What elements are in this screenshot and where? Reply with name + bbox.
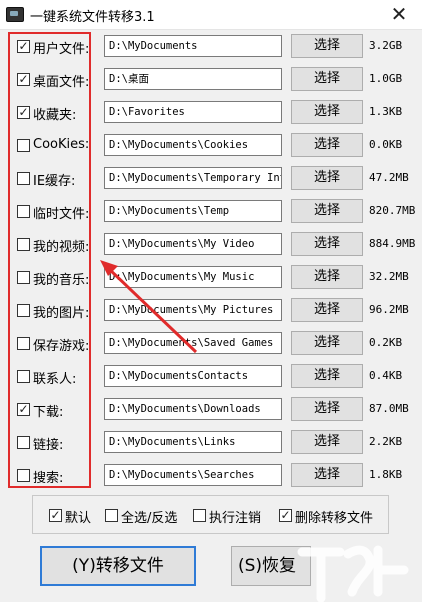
- folder-path-field[interactable]: D:\MyDocuments\Downloads: [104, 398, 282, 420]
- options-group: ✓ 默认 全选/反选 执行注销 ✓ 删除转移文件: [32, 495, 389, 534]
- folder-path-field[interactable]: D:\Favorites: [104, 101, 282, 123]
- folder-path-field[interactable]: D:\MyDocuments\My Music: [104, 266, 282, 288]
- watermark-logo: [297, 545, 409, 602]
- checkmark-icon[interactable]: [105, 509, 118, 522]
- folder-path-field[interactable]: D:\桌面: [104, 68, 282, 90]
- choose-button[interactable]: 选择: [291, 397, 363, 421]
- folder-path-field[interactable]: D:\MyDocuments\Searches: [104, 464, 282, 486]
- folder-size: 96.2MB: [369, 303, 409, 316]
- folder-path-field[interactable]: D:\MyDocumentsContacts: [104, 365, 282, 387]
- choose-button[interactable]: 选择: [291, 199, 363, 223]
- transfer-files-button[interactable]: (Y)转移文件: [40, 546, 196, 586]
- checkmark-icon[interactable]: ✓: [49, 509, 62, 522]
- folder-path-field[interactable]: D:\MyDocuments\My Video: [104, 233, 282, 255]
- folder-size: 3.2GB: [369, 39, 403, 52]
- choose-button[interactable]: 选择: [291, 265, 363, 289]
- folder-path-field[interactable]: D:\MyDocuments\Cookies: [104, 134, 282, 156]
- folder-size: 1.8KB: [369, 468, 403, 481]
- folder-size: 0.2KB: [369, 336, 403, 349]
- choose-button[interactable]: 选择: [291, 331, 363, 355]
- checkmark-icon[interactable]: [193, 509, 206, 522]
- folder-size: 0.4KB: [369, 369, 403, 382]
- folder-size: 87.0MB: [369, 402, 409, 415]
- folder-path-field[interactable]: D:\MyDocuments: [104, 35, 282, 57]
- choose-button[interactable]: 选择: [291, 298, 363, 322]
- folder-size: 47.2MB: [369, 171, 409, 184]
- choose-button[interactable]: 选择: [291, 463, 363, 487]
- folder-size: 1.3KB: [369, 105, 403, 118]
- annotation-highlight-frame: [8, 32, 91, 488]
- choose-button[interactable]: 选择: [291, 100, 363, 124]
- folder-size: 0.0KB: [369, 138, 403, 151]
- folder-size: 2.2KB: [369, 435, 403, 448]
- option-label: 默认: [65, 511, 92, 526]
- choose-button[interactable]: 选择: [291, 232, 363, 256]
- close-icon[interactable]: ✕: [376, 0, 422, 29]
- folder-path-field[interactable]: D:\MyDocuments\Temporary Inte: [104, 167, 282, 189]
- window-title: 一键系统文件转移3.1: [30, 10, 155, 25]
- folder-size: 32.2MB: [369, 270, 409, 283]
- folder-path-field[interactable]: D:\MyDocuments\Temp: [104, 200, 282, 222]
- choose-button[interactable]: 选择: [291, 133, 363, 157]
- option-label: 执行注销: [209, 511, 262, 526]
- app-icon: [6, 7, 24, 22]
- option-label: 删除转移文件: [295, 511, 374, 526]
- folder-size: 1.0GB: [369, 72, 403, 85]
- folder-path-field[interactable]: D:\MyDocuments\My Pictures: [104, 299, 282, 321]
- checkmark-icon[interactable]: ✓: [279, 509, 292, 522]
- choose-button[interactable]: 选择: [291, 67, 363, 91]
- folder-path-field[interactable]: D:\MyDocuments\Links: [104, 431, 282, 453]
- option-label: 全选/反选: [121, 511, 178, 526]
- choose-button[interactable]: 选择: [291, 166, 363, 190]
- title-bar: 一键系统文件转移3.1 ✕: [0, 0, 422, 30]
- folder-size: 884.9MB: [369, 237, 416, 250]
- choose-button[interactable]: 选择: [291, 34, 363, 58]
- folder-path-field[interactable]: D:\MyDocuments\Saved Games: [104, 332, 282, 354]
- choose-button[interactable]: 选择: [291, 430, 363, 454]
- folder-size: 820.7MB: [369, 204, 416, 217]
- choose-button[interactable]: 选择: [291, 364, 363, 388]
